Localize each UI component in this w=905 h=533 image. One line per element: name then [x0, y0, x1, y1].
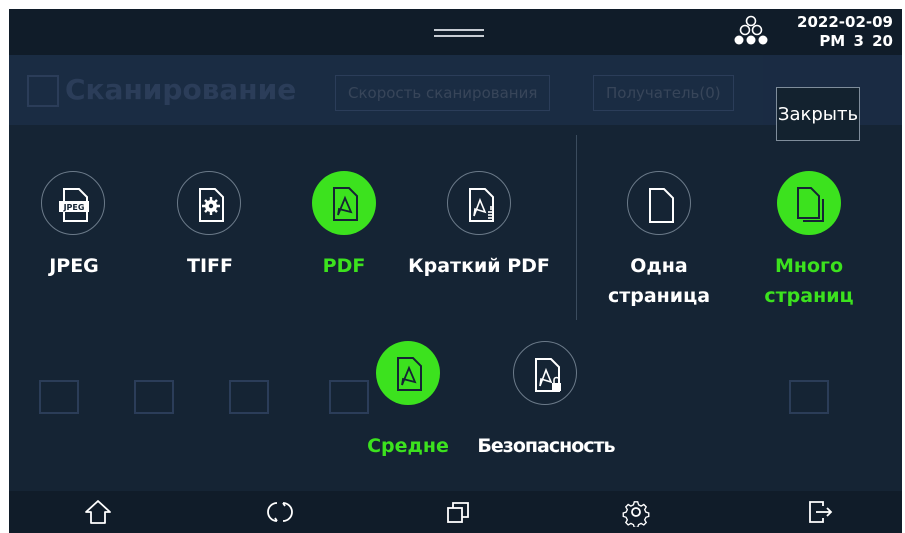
page-mode-label: Много страниц: [764, 255, 854, 307]
format-label: JPEG: [49, 255, 99, 277]
pdf-medium-icon: [376, 341, 440, 405]
status-time: PM 3 20: [819, 32, 893, 50]
format-option-compact-pdf[interactable]: Краткий PDF: [408, 171, 550, 291]
multi-page-icon: [777, 171, 841, 235]
file-format-popup: Закрыть JPEG JPEG TIFF PDF Краткий PDF О…: [9, 55, 902, 491]
status-bar: 2022-02-09 PM 3 20: [9, 9, 902, 55]
pdf-option-medium[interactable]: Средне: [367, 341, 472, 471]
tiff-file-icon: [177, 171, 241, 235]
bottom-navigation: [9, 491, 902, 533]
home-icon[interactable]: [83, 497, 113, 527]
page-mode-single[interactable]: Одна страница: [608, 171, 727, 321]
single-page-icon: [627, 171, 691, 235]
secure-pdf-icon: [513, 341, 577, 405]
divider: [576, 135, 577, 320]
page-mode-multi[interactable]: Много страниц: [764, 171, 877, 321]
logout-icon[interactable]: [805, 497, 835, 527]
pdf-option-label: Средне: [367, 435, 449, 457]
status-date: 2022-02-09: [797, 13, 893, 31]
format-label: TIFF: [187, 255, 233, 277]
compact-pdf-icon: [447, 171, 511, 235]
network-status-icon[interactable]: [731, 15, 771, 49]
copy-jobs-icon[interactable]: [443, 497, 473, 527]
format-option-jpeg[interactable]: JPEG JPEG: [39, 171, 135, 291]
jpeg-file-icon: JPEG: [41, 171, 105, 235]
pull-down-handle[interactable]: [434, 26, 484, 39]
page-mode-label: Одна страница: [607, 255, 711, 307]
pdf-file-icon: [312, 171, 376, 235]
pdf-option-security[interactable]: Безопасность: [477, 341, 616, 471]
format-option-tiff[interactable]: TIFF: [175, 171, 271, 291]
refresh-icon[interactable]: [265, 497, 295, 527]
device-screen: 2022-02-09 PM 3 20 Сканирование Скорость…: [9, 9, 902, 533]
close-button[interactable]: Закрыть: [776, 87, 860, 141]
svg-text:JPEG: JPEG: [63, 203, 85, 212]
settings-icon[interactable]: [621, 497, 651, 529]
format-label: Краткий PDF: [408, 255, 550, 277]
pdf-option-label: Безопасность: [477, 435, 615, 457]
format-label: PDF: [322, 255, 366, 277]
format-option-pdf[interactable]: PDF: [312, 171, 408, 291]
